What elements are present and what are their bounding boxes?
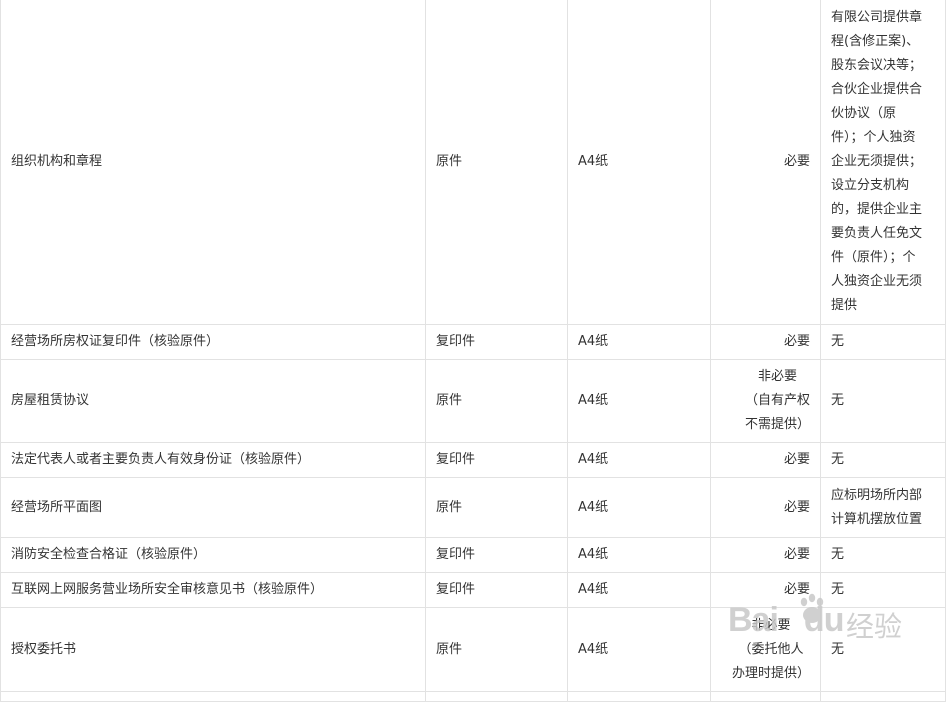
required-cell: 必要 [710, 572, 821, 608]
required-cell: 必要 [710, 0, 821, 325]
material-name-cell: 消防安全检查合格证（核验原件） [0, 537, 426, 573]
note-cell: 有限公司提供章 程(含修正案)、 股东会议决等； 合伙企业提供合 伙协议（原 件… [820, 0, 946, 325]
paper-size-cell: A4纸 [567, 477, 711, 538]
required-cell: 非必要 （自有产权 不需提供） [710, 359, 821, 443]
required-cell: 必要 [710, 442, 821, 478]
empty-cell [567, 691, 711, 702]
empty-cell [425, 691, 568, 702]
paper-size-cell: A4纸 [567, 0, 711, 325]
material-type-cell: 原件 [425, 477, 568, 538]
material-name-cell: 经营场所平面图 [0, 477, 426, 538]
table-row: 经营场所房权证复印件（核验原件） 复印件 A4纸 必要 无 [0, 324, 946, 360]
table-row: 经营场所平面图 原件 A4纸 必要 应标明场所内部 计算机摆放位置 [0, 477, 946, 538]
empty-cell [710, 691, 821, 702]
material-name-cell: 房屋租赁协议 [0, 359, 426, 443]
empty-cell [820, 691, 946, 702]
required-cell: 必要 [710, 477, 821, 538]
paper-size-cell: A4纸 [567, 537, 711, 573]
table-row: 互联网上网服务营业场所安全审核意见书（核验原件） 复印件 A4纸 必要 无 [0, 572, 946, 608]
required-text: 非必要 （自有产权 不需提供） [744, 369, 810, 432]
material-name-cell: 法定代表人或者主要负责人有效身份证（核验原件） [0, 442, 426, 478]
note-cell: 无 [820, 607, 946, 692]
material-type-cell: 复印件 [425, 537, 568, 573]
table-row: 授权委托书 原件 A4纸 非必要 （委托他人 办理时提供） 无 [0, 607, 946, 692]
table-row [0, 691, 946, 702]
material-type-cell: 原件 [425, 607, 568, 692]
note-cell: 应标明场所内部 计算机摆放位置 [820, 477, 946, 538]
material-name-cell: 授权委托书 [0, 607, 426, 692]
table-row: 法定代表人或者主要负责人有效身份证（核验原件） 复印件 A4纸 必要 无 [0, 442, 946, 478]
paper-size-cell: A4纸 [567, 607, 711, 692]
paper-size-cell: A4纸 [567, 442, 711, 478]
material-type-cell: 复印件 [425, 324, 568, 360]
empty-cell [0, 691, 426, 702]
paper-size-cell: A4纸 [567, 359, 711, 443]
material-name-cell: 组织机构和章程 [0, 0, 426, 325]
material-name-cell: 经营场所房权证复印件（核验原件） [0, 324, 426, 360]
paper-size-cell: A4纸 [567, 324, 711, 360]
note-cell: 无 [820, 572, 946, 608]
paper-size-cell: A4纸 [567, 572, 711, 608]
material-type-cell: 原件 [425, 359, 568, 443]
material-type-cell: 复印件 [425, 572, 568, 608]
material-type-cell: 原件 [425, 0, 568, 325]
note-cell: 无 [820, 442, 946, 478]
note-cell: 无 [820, 537, 946, 573]
materials-table: 组织机构和章程 原件 A4纸 必要 有限公司提供章 程(含修正案)、 股东会议决… [0, 0, 946, 702]
note-cell: 无 [820, 359, 946, 443]
table-row: 房屋租赁协议 原件 A4纸 非必要 （自有产权 不需提供） 无 [0, 359, 946, 443]
required-text: 非必要 （委托他人 办理时提供） [731, 617, 810, 681]
material-type-cell: 复印件 [425, 442, 568, 478]
table-row: 组织机构和章程 原件 A4纸 必要 有限公司提供章 程(含修正案)、 股东会议决… [0, 0, 946, 325]
material-name-cell: 互联网上网服务营业场所安全审核意见书（核验原件） [0, 572, 426, 608]
required-cell: 必要 [710, 537, 821, 573]
required-cell: 必要 [710, 324, 821, 360]
required-cell: 非必要 （委托他人 办理时提供） [710, 607, 821, 692]
note-cell: 无 [820, 324, 946, 360]
table-row: 消防安全检查合格证（核验原件） 复印件 A4纸 必要 无 [0, 537, 946, 573]
